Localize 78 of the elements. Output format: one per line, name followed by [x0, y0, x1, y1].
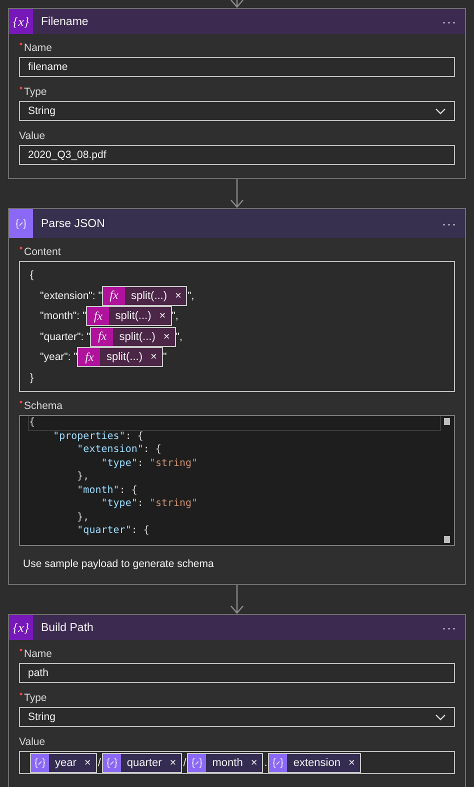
code-line: "quarter": { [76, 524, 150, 538]
code-line: }, [76, 510, 90, 524]
field-label: Content [24, 246, 61, 258]
expression-token[interactable]: fx split(...) × [86, 306, 172, 326]
variable-icon: {x} [9, 9, 33, 34]
variable-icon [272, 756, 284, 768]
json-text: "extension": " [40, 290, 102, 302]
variable-token[interactable]: month × [187, 752, 264, 772]
code-line: { [29, 416, 440, 430]
json-text: " [162, 351, 167, 364]
json-text: ", [172, 310, 178, 322]
expression-token[interactable]: fx split(...) × [77, 347, 163, 368]
code-line: }, [76, 470, 90, 484]
remove-button[interactable]: × [84, 756, 91, 768]
variable-icon: {x} [9, 615, 33, 640]
scrollbar-thumb[interactable] [444, 536, 450, 543]
more-menu[interactable]: ··· [442, 14, 457, 28]
card-title: Filename [41, 16, 90, 28]
type-dropdown[interactable]: String [19, 101, 455, 121]
more-menu[interactable]: ··· [442, 620, 457, 634]
connector-arrow [230, 179, 244, 208]
variable-icon [34, 756, 46, 768]
card-title: Parse JSON [41, 218, 106, 230]
code-line: "month": { [76, 484, 138, 497]
json-text: "month": " [40, 310, 86, 322]
variable-icon [191, 756, 204, 768]
json-text: ", [176, 330, 182, 343]
connector-arrow [230, 585, 244, 614]
value-field[interactable]: year × / quarter × / month × . extension × [19, 751, 455, 774]
json-text: ", [187, 290, 194, 302]
remove-button[interactable]: × [348, 756, 355, 768]
remove-button[interactable]: × [150, 351, 157, 364]
remove-button[interactable]: × [250, 756, 258, 768]
expression-token[interactable]: fx split(...) × [90, 326, 176, 347]
chevron-down-icon [435, 108, 446, 114]
generate-schema-link[interactable]: Use sample payload to generate schema [19, 552, 218, 570]
field-label: Type [24, 86, 47, 98]
remove-button[interactable]: × [170, 756, 176, 768]
card-header[interactable]: {x} Build Path ··· [9, 615, 465, 640]
json-text: { [30, 269, 34, 282]
variable-token[interactable]: quarter × [102, 752, 182, 772]
field-label: Name [24, 648, 52, 660]
text-field[interactable]: 2020_Q3_08.pdf [19, 145, 455, 165]
json-icon [15, 218, 27, 230]
json-text: } [30, 372, 34, 384]
code-line: "type": "string" [100, 497, 199, 510]
json-text: "year": " [40, 351, 78, 364]
content-field[interactable]: { "extension": " fx split(...) × ", "month": " fx split(...) × ", "quarter": " fx split(...) × ", "year": " fx split(...) × " } [19, 261, 455, 392]
schema-editor[interactable]: { "properties": { "extension": { "type": "string" }, "month": { "type": "string" }, "quarter": { [19, 415, 455, 546]
chevron-down-icon [435, 714, 446, 720]
field-label: Type [24, 692, 47, 704]
scrollbar-thumb[interactable] [444, 418, 450, 425]
remove-button[interactable]: × [175, 290, 182, 302]
json-text: "quarter": " [40, 330, 90, 343]
code-line: "type": "string" [100, 456, 199, 470]
remove-button[interactable]: × [163, 330, 170, 343]
card-header[interactable]: Parse JSON ··· [9, 209, 465, 238]
path-separator: / [98, 756, 101, 768]
expression-token[interactable]: fx split(...) × [102, 286, 188, 306]
variable-token[interactable]: year × [30, 752, 97, 772]
card-header[interactable]: {x} Filename ··· [9, 9, 465, 34]
text-field[interactable]: path [19, 663, 455, 683]
text-field[interactable]: filename [19, 57, 455, 77]
type-dropdown[interactable]: String [19, 707, 455, 727]
card-title: Build Path [41, 622, 94, 634]
remove-button[interactable]: × [159, 310, 166, 322]
code-line: "properties": { [52, 430, 144, 443]
variable-token[interactable]: extension × [268, 752, 361, 772]
path-separator: . [264, 756, 268, 768]
field-label: Value [19, 736, 46, 748]
variable-icon [106, 756, 118, 768]
field-label: Value [19, 130, 46, 142]
more-menu[interactable]: ··· [442, 216, 457, 230]
code-line: "extension": { [76, 443, 162, 456]
field-label: Schema [24, 400, 63, 412]
field-label: Name [24, 42, 52, 54]
connector-arrow [230, 0, 244, 8]
path-separator: / [183, 756, 186, 768]
